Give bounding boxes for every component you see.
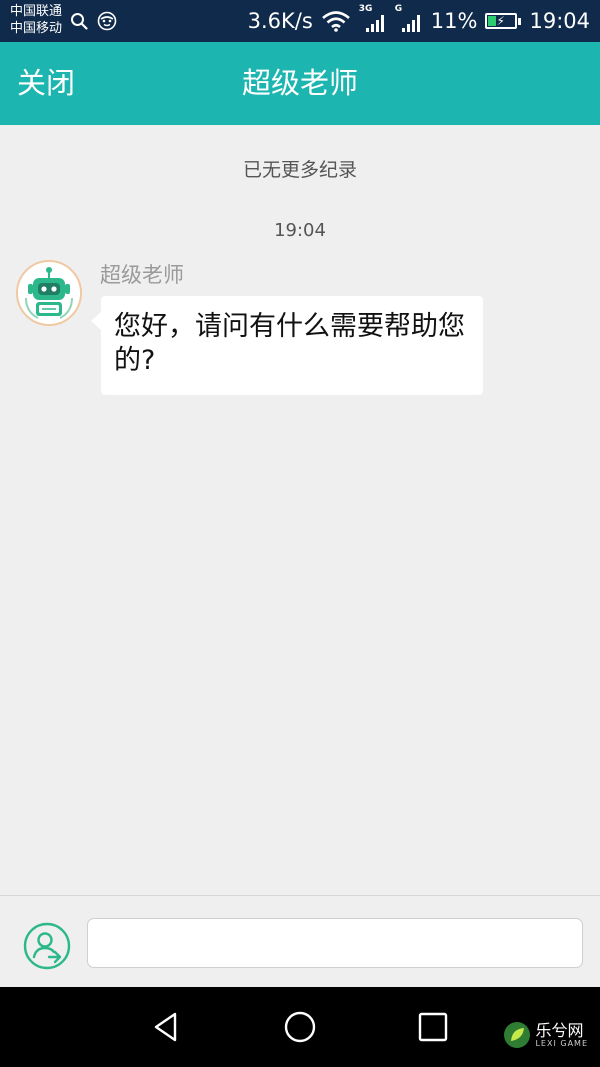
carrier-labels: 中国联通 中国移动 (10, 3, 62, 37)
watermark-subtext: LEXI GAME (535, 1038, 588, 1048)
message-text: 您好，请问有什么需要帮助您的? (114, 311, 465, 376)
page-title: 超级老师 (241, 66, 358, 100)
chat-area[interactable]: 已无更多纪录 19:04 超级老师 您好，请问有什么需要帮助您的? (0, 125, 600, 895)
battery-icon: ⚡ (485, 13, 522, 29)
message-input[interactable] (87, 918, 583, 968)
carrier-1: 中国联通 (10, 4, 63, 19)
watermark-text: 乐兮网 (535, 1020, 584, 1040)
signal-1-tag: 3G (358, 4, 373, 14)
carrier-2: 中国移动 (10, 21, 63, 36)
sender-name: 超级老师 (100, 263, 184, 287)
message-bubble[interactable]: 您好，请问有什么需要帮助您的? (91, 296, 483, 395)
avatar[interactable] (16, 260, 82, 326)
app-header: 关闭 超级老师 (0, 42, 600, 125)
recent-apps-icon[interactable] (415, 1009, 451, 1045)
leaf-logo-icon (504, 1022, 531, 1048)
net-speed: 3.6K/s (247, 9, 313, 33)
status-bar: 中国联通 中国移动 3.6K/s 3G G 11% ⚡ 19:04 (0, 0, 600, 42)
input-bar (0, 895, 600, 987)
system-nav-bar: 乐兮网 LEXI GAME (0, 987, 600, 1067)
wifi-icon (321, 11, 350, 32)
clock: 19:04 (529, 9, 590, 33)
watermark-logo: 乐兮网 LEXI GAME (503, 1021, 588, 1049)
signal-2-icon: G (394, 4, 423, 36)
signal-1-icon: 3G (358, 4, 387, 36)
bubble-tail (91, 312, 101, 330)
no-more-records-label: 已无更多纪录 (242, 159, 357, 181)
message-timestamp: 19:04 (274, 220, 326, 241)
close-button[interactable]: 关闭 (17, 42, 75, 125)
battery-percent: 11% (430, 9, 478, 33)
home-icon[interactable] (282, 1009, 318, 1045)
user-profile-icon[interactable] (23, 922, 71, 970)
back-icon[interactable] (148, 1009, 184, 1045)
signal-2-tag: G (394, 4, 403, 14)
face-icon (97, 11, 117, 31)
robot-icon (18, 262, 80, 324)
search-icon (71, 13, 88, 30)
